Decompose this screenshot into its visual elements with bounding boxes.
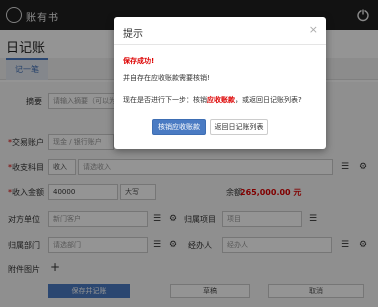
next-step-question: 现在是否进行下一步：核销应收账款，或返回日记账列表?: [123, 96, 302, 104]
receivable-notice: 并自存在应收账款需要核销!: [123, 74, 210, 82]
back-to-journal-list-button[interactable]: 返回日记账列表: [210, 119, 268, 135]
prompt-dialog: 提示 × 保存成功! 并自存在应收账款需要核销! 现在是否进行下一步：核销应收账…: [114, 17, 326, 149]
receivable-highlight: 应收账款: [207, 96, 235, 104]
close-icon[interactable]: ×: [309, 23, 318, 36]
success-message: 保存成功!: [123, 57, 155, 65]
dialog-header: 提示 ×: [114, 17, 326, 45]
write-off-receivable-button[interactable]: 核销应收账款: [152, 119, 206, 135]
dialog-title: 提示: [123, 29, 143, 40]
